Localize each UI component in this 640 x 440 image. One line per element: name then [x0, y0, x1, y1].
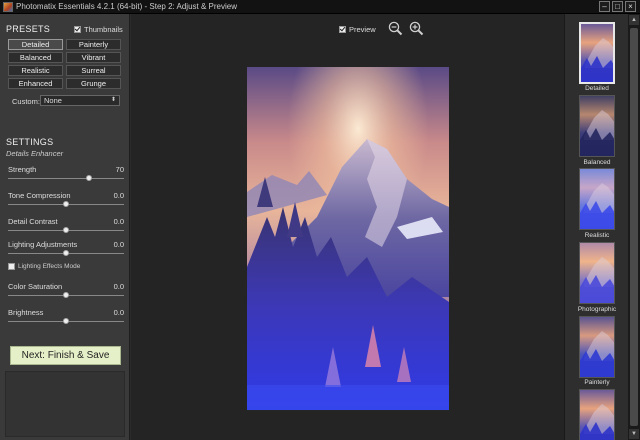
thumbnail-detailed[interactable]	[579, 22, 615, 84]
thumbnail-panel: Detailed Balanced Realistic Photographic Pai…	[564, 14, 628, 440]
preset-button-painterly[interactable]: Painterly	[66, 39, 121, 50]
preview-image	[247, 67, 449, 410]
slider-value: 0.0	[113, 191, 124, 200]
custom-label: Custom:	[12, 97, 40, 106]
preview-label: Preview	[349, 25, 376, 34]
slider-handle[interactable]	[63, 227, 69, 233]
thumbnail-photographic[interactable]	[579, 242, 615, 304]
slider-tone-compression[interactable]: Tone Compression 0.0	[8, 191, 124, 213]
preset-button-detailed[interactable]: Detailed	[8, 39, 63, 50]
next-finish-save-button[interactable]: Next: Finish & Save	[10, 346, 121, 365]
left-bottom-panel	[5, 371, 125, 437]
slider-label: Color Saturation	[8, 282, 63, 291]
thumbnail-balanced[interactable]	[579, 95, 615, 157]
thumbnails-label: Thumbnails	[84, 25, 123, 34]
slider-handle[interactable]	[63, 292, 69, 298]
preset-button-surreal[interactable]: Surreal	[66, 65, 121, 76]
preview-checkbox[interactable]	[339, 26, 346, 33]
close-button[interactable]: ×	[625, 1, 636, 12]
title-bar: Photomatix Essentials 4.2.1 (64-bit) - S…	[0, 0, 640, 14]
slider-value: 0.0	[113, 308, 124, 317]
zoom-out-icon[interactable]	[388, 21, 403, 36]
thumbnail-more[interactable]	[579, 389, 615, 440]
maximize-button[interactable]: □	[612, 1, 623, 12]
slider-label: Detail Contrast	[8, 217, 58, 226]
app-logo-icon	[3, 2, 13, 12]
preset-button-realistic[interactable]: Realistic	[8, 65, 63, 76]
preview-area: Preview	[131, 14, 564, 440]
lighting-effects-toggle[interactable]: Lighting Effects Mode	[8, 263, 80, 270]
scroll-up-icon[interactable]: ▲	[629, 15, 639, 25]
preset-grid: Detailed Painterly Balanced Vibrant Realisti…	[8, 39, 121, 89]
preset-button-balanced[interactable]: Balanced	[8, 52, 63, 63]
slider-value: 70	[115, 165, 124, 174]
thumbnail-scrollbar[interactable]: ▲ ▼	[628, 14, 640, 440]
thumbnail-label: Photographic	[577, 306, 617, 313]
slider-track[interactable]	[8, 178, 124, 179]
presets-title: PRESETS	[6, 24, 51, 34]
custom-preset-select[interactable]: None ⬍	[40, 95, 120, 106]
slider-handle[interactable]	[63, 201, 69, 207]
preview-toggle[interactable]: Preview	[339, 25, 376, 34]
thumbnail-label: Painterly	[584, 379, 610, 386]
slider-handle[interactable]	[63, 318, 69, 324]
slider-brightness[interactable]: Brightness 0.0	[8, 308, 124, 330]
thumbnail-label: Realistic	[584, 232, 610, 239]
thumbnail-label: Detailed	[585, 85, 609, 92]
window-title: Photomatix Essentials 4.2.1 (64-bit) - S…	[16, 2, 237, 11]
settings-title: SETTINGS	[6, 137, 54, 147]
lighting-effects-checkbox[interactable]	[8, 263, 15, 270]
slider-value: 0.0	[113, 240, 124, 249]
settings-subtitle: Details Enhancer	[6, 149, 64, 158]
preset-button-grunge[interactable]: Grunge	[66, 78, 121, 89]
slider-value: 0.0	[113, 282, 124, 291]
thumbnails-checkbox[interactable]	[74, 26, 81, 33]
thumbnail-painterly[interactable]	[579, 316, 615, 378]
lighting-effects-label: Lighting Effects Mode	[18, 263, 81, 270]
left-panel: PRESETS Thumbnails Detailed Painterly Bala…	[0, 14, 130, 440]
slider-strength[interactable]: Strength 70	[8, 165, 124, 187]
slider-label: Strength	[8, 165, 37, 174]
slider-label: Brightness	[8, 308, 44, 317]
slider-value: 0.0	[113, 217, 124, 226]
slider-handle[interactable]	[86, 175, 93, 181]
thumbnail-label: Balanced	[583, 159, 611, 166]
chevron-updown-icon: ⬍	[110, 97, 116, 103]
minimize-button[interactable]: –	[599, 1, 610, 12]
zoom-in-icon[interactable]	[409, 21, 424, 36]
scroll-down-icon[interactable]: ▼	[629, 429, 639, 439]
custom-select-value: None	[44, 96, 62, 105]
preset-button-vibrant[interactable]: Vibrant	[66, 52, 121, 63]
preset-button-enhanced[interactable]: Enhanced	[8, 78, 63, 89]
thumbnail-realistic[interactable]	[579, 168, 615, 230]
slider-lighting-adjustments[interactable]: Lighting Adjustments 0.0	[8, 240, 124, 262]
thumbnails-toggle[interactable]: Thumbnails	[74, 25, 123, 34]
slider-detail-contrast[interactable]: Detail Contrast 0.0	[8, 217, 124, 239]
scrollbar-thumb[interactable]	[630, 28, 638, 426]
slider-label: Lighting Adjustments	[8, 240, 78, 249]
slider-label: Tone Compression	[8, 191, 71, 200]
slider-handle[interactable]	[63, 250, 69, 256]
slider-color-saturation[interactable]: Color Saturation 0.0	[8, 282, 124, 304]
